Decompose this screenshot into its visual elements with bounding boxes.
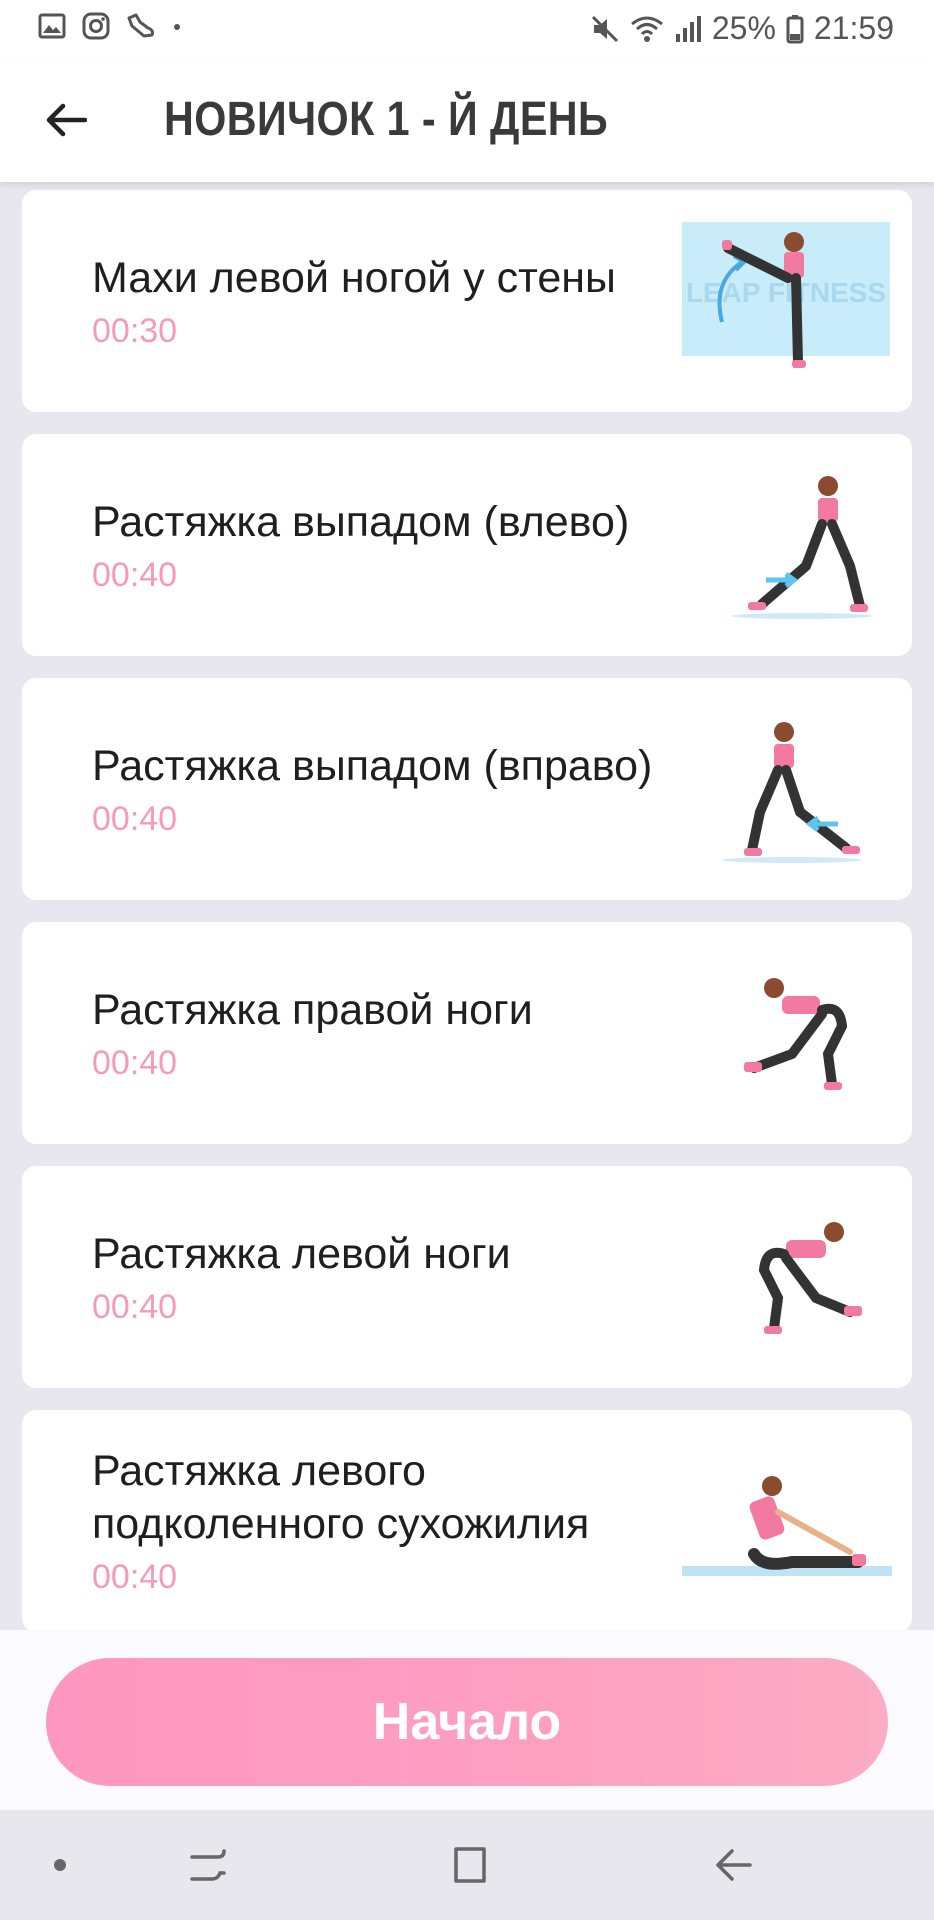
exercise-name: Растяжка левого подколенного сухожилия <box>92 1447 590 1548</box>
exercise-name: Растяжка выпадом (влево) <box>92 497 630 546</box>
exercise-name: Растяжка выпадом (вправо) <box>92 741 653 790</box>
exercise-card-leg-swing[interactable]: Махи левой ногой у стены 00:30 LEAP FITN… <box>22 190 912 412</box>
start-button[interactable]: Начало <box>46 1658 888 1786</box>
app-bar: НОВИЧОК 1 - Й ДЕНЬ <box>0 58 934 182</box>
shoe-icon <box>126 12 156 40</box>
exercise-illustration <box>682 456 892 634</box>
instagram-icon <box>82 12 110 40</box>
exercise-list[interactable]: Махи левой ногой у стены 00:30 LEAP FITN… <box>0 182 934 1630</box>
nav-dot[interactable] <box>30 1838 90 1892</box>
exercise-duration: 00:40 <box>92 555 178 594</box>
bottom-action-area: Начало <box>0 1630 934 1810</box>
exercise-card-hamstring-stretch[interactable]: Растяжка левого подколенного сухожилия 0… <box>22 1410 912 1630</box>
exercise-illustration: LEAP FITNESS <box>682 212 892 390</box>
exercise-duration: 00:40 <box>92 1043 178 1082</box>
exercise-duration: 00:30 <box>92 311 178 350</box>
clock: 21:59 <box>813 10 894 46</box>
mute-icon <box>590 14 620 44</box>
exercise-card-lunge-right[interactable]: Растяжка выпадом (вправо) 00:40 <box>22 678 912 900</box>
exercise-card-right-leg-stretch[interactable]: Растяжка правой ноги 00:40 <box>22 922 912 1144</box>
exercise-duration: 00:40 <box>92 1558 178 1596</box>
battery-icon <box>786 14 804 44</box>
exercise-name: Растяжка правой ноги <box>92 985 533 1034</box>
recent-apps-icon <box>190 1849 226 1881</box>
gallery-icon <box>38 12 66 40</box>
dot-icon <box>172 12 182 40</box>
dot-icon <box>54 1859 66 1871</box>
nav-home[interactable] <box>440 1838 500 1892</box>
exercise-illustration <box>682 1188 892 1366</box>
system-nav-bar <box>0 1810 934 1920</box>
status-bar: 25% 21:59 <box>0 0 934 58</box>
back-button[interactable] <box>36 90 96 150</box>
home-icon <box>454 1847 486 1883</box>
nav-back[interactable] <box>704 1838 764 1892</box>
exercise-duration: 00:40 <box>92 1287 178 1326</box>
exercise-name: Махи левой ногой у стены <box>92 253 616 302</box>
battery-percent: 25% <box>711 10 776 46</box>
exercise-card-lunge-left[interactable]: Растяжка выпадом (влево) 00:40 <box>22 434 912 656</box>
exercise-illustration <box>682 944 892 1122</box>
wifi-icon <box>630 14 664 44</box>
page-title: НОВИЧОК 1 - Й ДЕНЬ <box>164 93 609 146</box>
exercise-duration: 00:40 <box>92 799 178 838</box>
start-button-label: Начало <box>372 1693 562 1751</box>
exercise-illustration <box>682 700 892 878</box>
signal-icon <box>674 14 702 44</box>
exercise-card-left-leg-stretch[interactable]: Растяжка левой ноги 00:40 <box>22 1166 912 1388</box>
exercise-illustration <box>682 1432 892 1610</box>
back-arrow-icon <box>46 103 87 137</box>
nav-recent-apps[interactable] <box>178 1838 238 1892</box>
back-icon <box>716 1849 752 1881</box>
exercise-name: Растяжка левой ноги <box>92 1229 511 1278</box>
